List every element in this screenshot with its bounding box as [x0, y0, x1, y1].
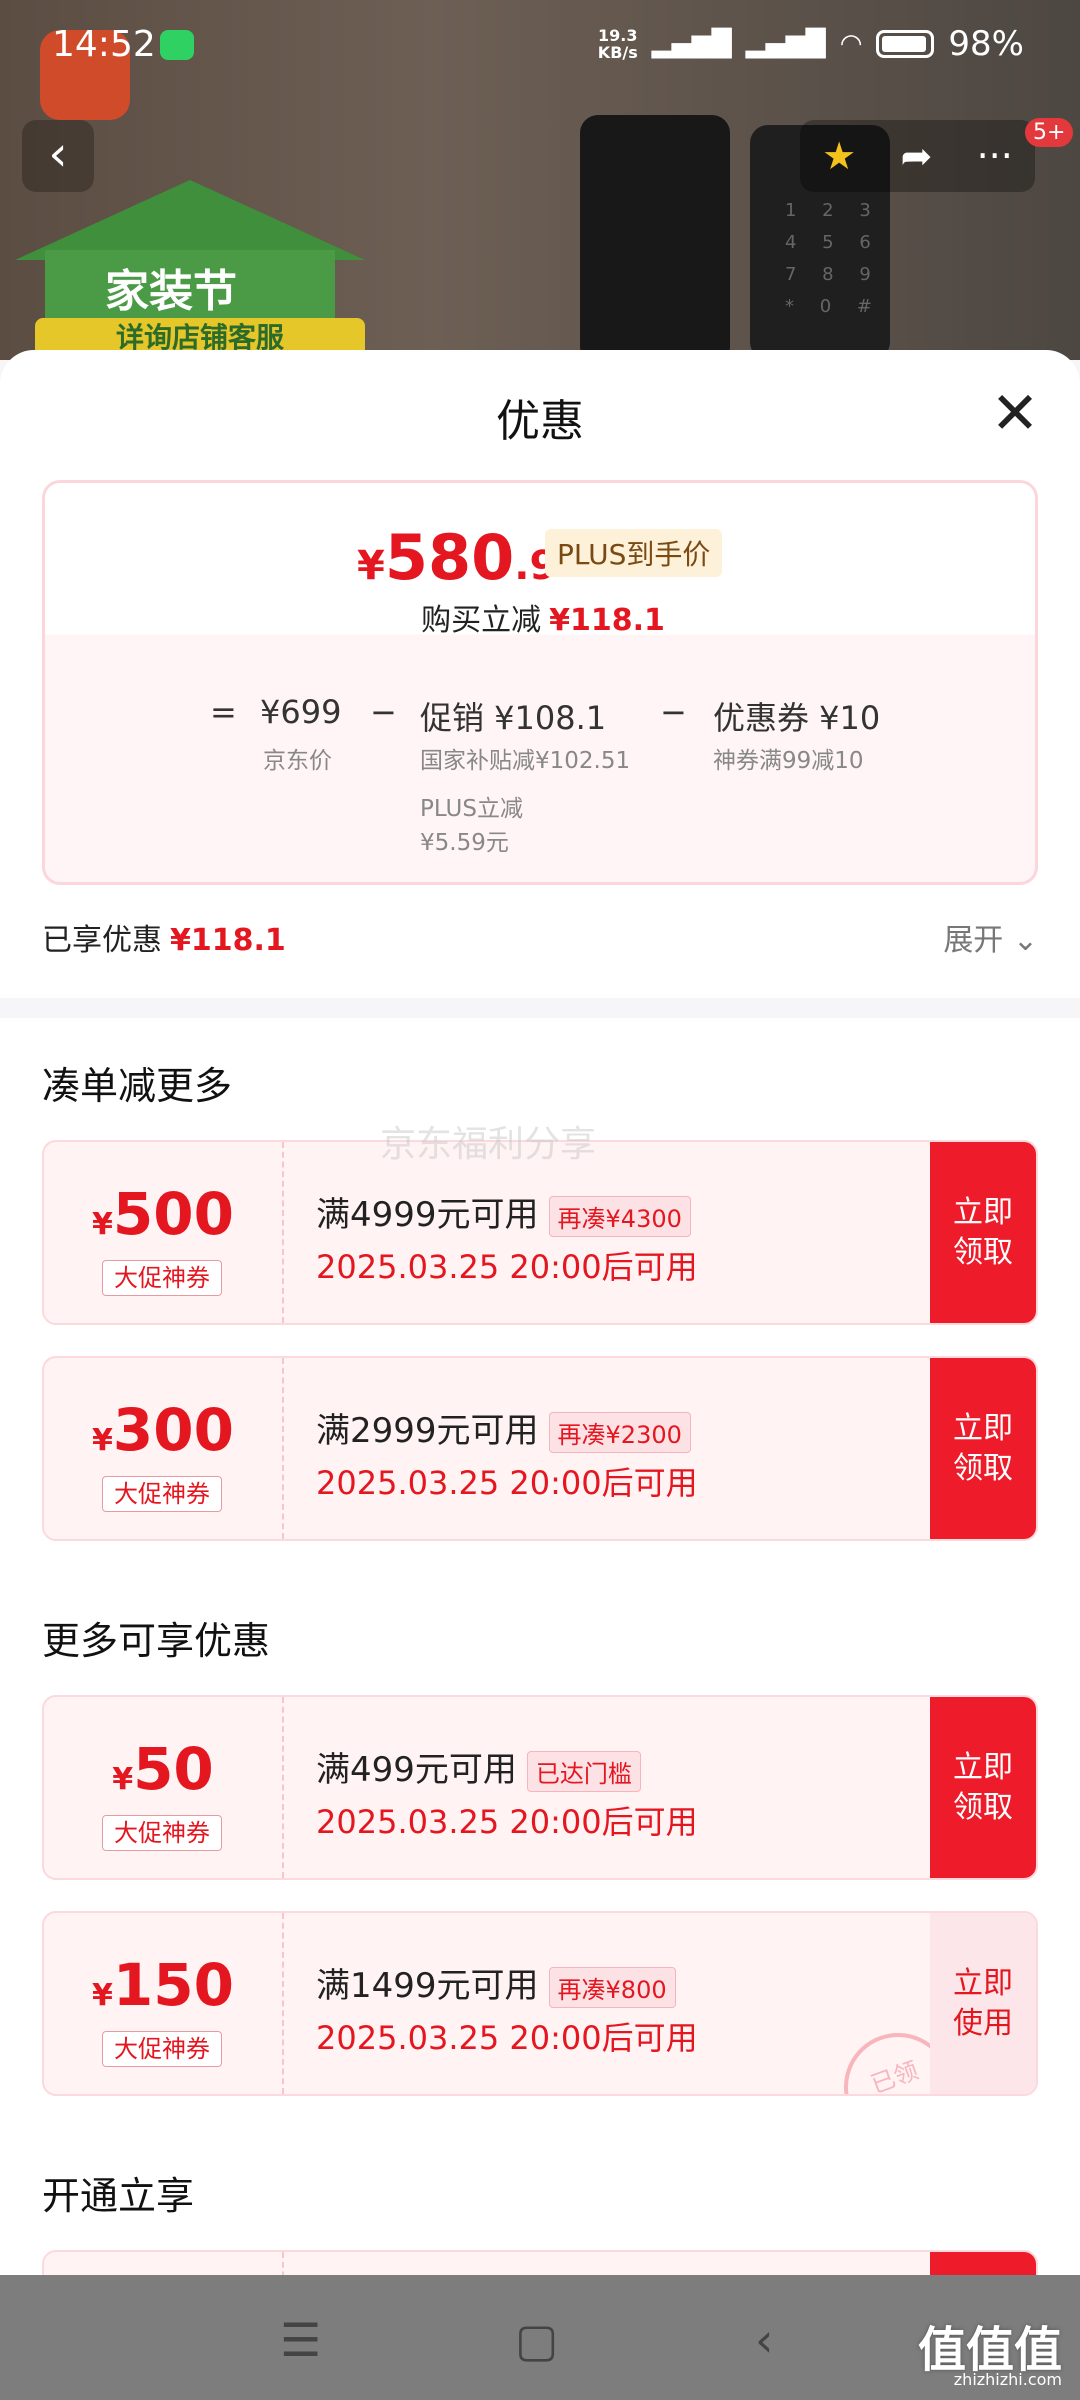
claim-button[interactable]: 立即 领取 [930, 1142, 1036, 1323]
coupon-type-tag: 大促神券 [102, 2031, 222, 2067]
national-subsidy: 国家补贴减¥102.51 [420, 748, 631, 774]
sheet-title: 优惠 [496, 396, 584, 447]
claim-button[interactable]: 立即 领取 [930, 1697, 1036, 1878]
signal-icon-2: ▂▄▆█ [745, 29, 826, 59]
close-icon[interactable]: ✕ [990, 384, 1040, 442]
base-price-value: ¥699 [260, 693, 342, 731]
wifi-icon: ◠ [839, 29, 863, 59]
menu-icon[interactable]: ☰ [280, 2313, 321, 2367]
wechat-icon [160, 30, 194, 60]
coupon-value: 优惠券 ¥10 [713, 699, 881, 737]
more-icon[interactable]: ··· [977, 134, 1013, 178]
coupon-date: 2025.03.25 20:00后可用 [316, 1803, 698, 1841]
promo-banner: 家装节 详询店铺客服 [15, 180, 365, 370]
plus-reduction-value: ¥5.59元 [420, 830, 509, 856]
expand-button[interactable]: 展开 ⌄ [943, 915, 1038, 959]
coupon-card-partial [42, 2250, 1038, 2275]
section-title-bundle: 凑单减更多 [42, 1064, 233, 1108]
signal-icon: ▂▄▆█ [651, 29, 732, 59]
coupon-amount: ¥300 [92, 1396, 234, 1464]
coupon-condition: 满4999元可用 再凑¥4300 [316, 1187, 691, 1237]
coupon-date: 2025.03.25 20:00后可用 [316, 2019, 698, 2057]
coupon-date: 2025.03.25 20:00后可用 [316, 1248, 698, 1286]
final-price: ¥580.9 [357, 521, 558, 594]
status-bar: 14:52 19.3 KB/s ▂▄▆█ ▂▄▆█ ◠ 98% [0, 0, 1080, 90]
coupon-condition: 满499元可用 已达门槛 [316, 1742, 641, 1792]
coupon-amount: ¥500 [92, 1180, 234, 1248]
discount-sheet: 优惠 ✕ ¥580.9 PLUS到手价 购买立减 ¥118.1 = ¥699 京东… [0, 350, 1080, 2275]
section-title-membership: 开通立享 [42, 2174, 195, 2218]
claim-button[interactable]: 立即 领取 [930, 1358, 1036, 1539]
section-title-more: 更多可享优惠 [42, 1619, 271, 1663]
site-url: zhizhizhi.com [953, 2370, 1062, 2389]
minus-sign-2: − [660, 693, 687, 731]
use-button[interactable]: 立即 使用 [930, 1913, 1036, 2094]
coupon-date: 2025.03.25 20:00后可用 [316, 1464, 698, 1502]
price-summary-card: ¥580.9 PLUS到手价 购买立减 ¥118.1 = ¥699 京东价 − 促… [42, 480, 1038, 885]
share-icon[interactable]: ➦ [900, 134, 932, 178]
coupon-type-tag: 大促神券 [102, 1815, 222, 1851]
coupon-card: ¥50 大促神券 满499元可用 已达门槛 2025.03.25 20:00后可用… [42, 1695, 1038, 1880]
nav-back-icon[interactable]: ‹ [755, 2313, 773, 2367]
battery-level: 98% [948, 24, 1024, 64]
promo-value: 促销 ¥108.1 [420, 699, 607, 737]
network-speed: 19.3 KB/s [597, 26, 638, 62]
coupon-condition: 满2999元可用 再凑¥2300 [316, 1403, 691, 1453]
plus-price-tag: PLUS到手价 [545, 529, 723, 577]
status-time: 14:52 [52, 24, 156, 65]
coupon-card: ¥500 大促神券 满4999元可用 再凑¥4300 2025.03.25 20:… [42, 1140, 1038, 1325]
base-price-label: 京东价 [263, 748, 332, 774]
minus-sign: − [370, 693, 397, 731]
equals-sign: = [210, 693, 237, 731]
watermark-text: 京东福利分享 [380, 1124, 597, 1165]
section-divider [0, 998, 1080, 1018]
coupon-amount: ¥50 [112, 1735, 214, 1803]
product-image-lock [580, 115, 730, 365]
coupon-type-tag: 大促神券 [102, 1260, 222, 1296]
coupon-type-tag: 大促神券 [102, 1476, 222, 1512]
top-actions: ★ ➦ ··· [800, 120, 1035, 192]
home-icon[interactable]: ▢ [515, 2313, 558, 2367]
coupon-sub: 神券满99减10 [713, 748, 864, 774]
back-button[interactable]: ‹ [22, 120, 94, 192]
favorite-star-icon[interactable]: ★ [822, 134, 856, 178]
coupon-card: ¥300 大促神券 满2999元可用 再凑¥2300 2025.03.25 20:… [42, 1356, 1038, 1541]
coupon-condition: 满1499元可用 再凑¥800 [316, 1958, 676, 2008]
instant-reduction: 购买立减 ¥118.1 [421, 603, 665, 638]
coupon-card: ¥150 大促神券 满1499元可用 再凑¥800 2025.03.25 20:0… [42, 1911, 1038, 2096]
plus-reduction-label: PLUS立减 [420, 796, 523, 822]
battery-icon [876, 30, 935, 58]
coupon-amount: ¥150 [92, 1951, 234, 2019]
message-badge: 5+ [1025, 118, 1074, 147]
promo-banner-title: 家装节 [105, 266, 237, 317]
enjoyed-discount: 已享优惠 ¥118.1 [42, 923, 286, 958]
